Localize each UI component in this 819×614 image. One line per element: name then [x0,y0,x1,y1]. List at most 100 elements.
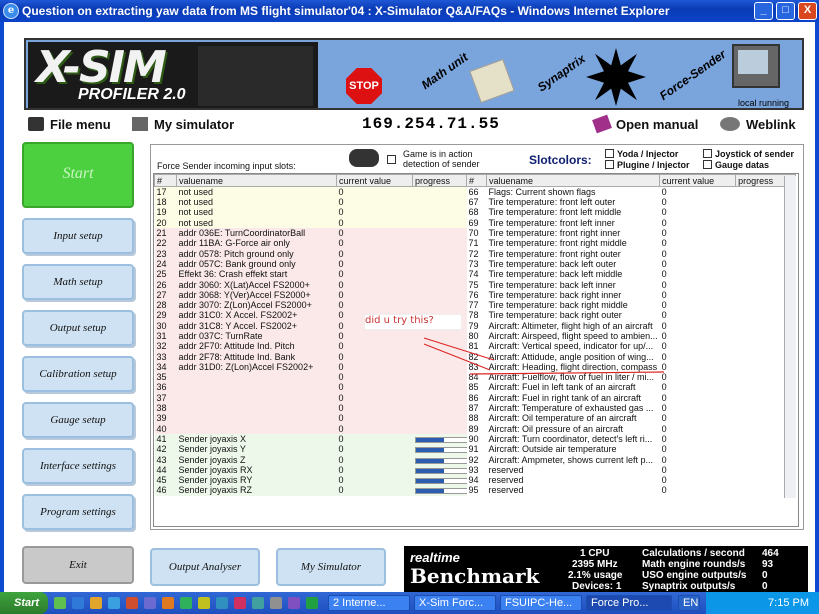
benchmark-panel: realtime Benchmark 1 CPU 2395 MHz 2.1% u… [404,546,808,592]
quicklaunch-icon-14[interactable] [288,597,300,609]
row-current-value: 0 [659,475,736,486]
row-valuename: Tire temperature: back right middle [486,299,660,311]
quicklaunch-icon-3[interactable] [90,597,102,609]
open-manual-menu[interactable]: Open manual [592,114,698,134]
output-setup-button[interactable]: Output setup [22,310,134,346]
row-progress [412,433,471,445]
quicklaunch-icon-12[interactable] [252,597,264,609]
maximize-button[interactable]: □ [776,2,795,20]
row-num: 74 [466,269,487,280]
cpu-count: 1 CPU [580,548,610,559]
computer-icon[interactable] [732,44,780,88]
table-row: 41 Sender joyaxis X0 [154,433,471,445]
table-row: 82 Aircraft: Attidude, angle position of … [466,351,796,362]
quicklaunch-icon-6[interactable] [144,597,156,609]
vertical-scrollbar[interactable] [784,176,796,498]
row-valuename: Aircraft: Ampmeter, shows current left p… [486,454,660,465]
start-button[interactable]: Start [22,142,134,208]
output-analyser-button[interactable]: Output Analyser [150,548,260,586]
my-simulator-menu[interactable]: My simulator [132,117,234,132]
table-row: 46 Sender joyaxis RZ 0 [154,485,471,496]
quicklaunch-icon-13[interactable] [270,597,282,609]
row-progress [412,279,471,290]
start-button-os[interactable]: Start [0,592,48,614]
row-current-value: 0 [659,413,736,424]
row-valuename: reserved [486,485,660,496]
weblink-menu[interactable]: Weblink [720,117,796,132]
row-valuename: addr 3060: X(Lat)Accel FS2000+ [176,279,337,290]
gauge-setup-button[interactable]: Gauge setup [22,402,134,438]
quicklaunch-icon-10[interactable] [216,597,228,609]
row-num: 83 [466,361,487,373]
stop-sign-icon[interactable]: STOP [346,68,382,104]
math-value: 93 [762,559,774,570]
taskbar-item-fsuipc[interactable]: FSUIPC-He... [500,595,582,611]
row-num: 37 [154,392,177,403]
row-num: 68 [466,207,487,218]
math-setup-button[interactable]: Math setup [22,264,134,300]
table-row: 45 Sender joyaxis RY 0 [154,475,471,486]
file-menu[interactable]: File menu [28,117,111,132]
row-current-value: 0 [336,238,413,249]
left-slot-table: # valuename current value progress 17 not… [154,174,471,496]
program-settings-button[interactable]: Program settings [22,494,134,530]
taskbar-item-xsim[interactable]: X-Sim Forc... [414,595,496,611]
row-valuename: Sender joyaxis X [176,433,337,445]
table-row: 31 addr 037C: TurnRate 0 [154,330,471,342]
row-valuename: Aircraft: Fuel in left tank of an aircra… [486,382,660,393]
minimize-button[interactable]: _ [754,2,773,20]
row-num: 35 [154,372,177,383]
row-current-value: 0 [336,248,413,259]
language-indicator[interactable]: EN [678,595,700,611]
row-progress [412,207,471,218]
row-num: 26 [154,279,177,290]
my-simulator-button[interactable]: My Simulator [276,548,386,586]
row-num: 71 [466,238,487,249]
quicklaunch-icon-2[interactable] [72,597,84,609]
row-valuename: Tire temperature: front right inner [486,227,660,239]
simulator-icon [132,117,148,131]
table-row: 68 Tire temperature: front left middle 0 [466,207,796,218]
row-current-value: 0 [336,269,413,280]
game-in-action-checkbox[interactable] [387,155,396,164]
row-valuename [176,423,337,434]
taskbar-item-ie[interactable]: 2 Interne... [328,595,410,611]
quicklaunch-icon-9[interactable] [198,597,210,609]
taskbar-item-force-profiler[interactable]: Force Pro... [586,595,672,611]
force-sender-label[interactable]: Force-Sender [657,47,728,103]
row-valuename: Aircraft: Turn coordinator, detect's lef… [486,433,660,445]
interface-settings-button[interactable]: Interface settings [22,448,134,484]
table-row: 38 0 [154,402,471,414]
burst-icon[interactable] [586,48,646,106]
quicklaunch-icon-5[interactable] [126,597,138,609]
row-current-value: 0 [659,310,736,321]
quicklaunch-icon-11[interactable] [234,597,246,609]
chip-icon[interactable] [469,58,515,104]
row-valuename: addr 31C8: Y Accel. FS2002+ [176,320,337,331]
quicklaunch-icon-8[interactable] [180,597,192,609]
close-button[interactable]: X [798,2,817,20]
synaptrix-label[interactable]: Synaptrix [535,52,588,95]
row-num: 82 [466,351,487,362]
quicklaunch-icon-4[interactable] [108,597,120,609]
quicklaunch-icon-7[interactable] [162,597,174,609]
quicklaunch-icon-15[interactable] [306,597,318,609]
legend-plugin: Plugine / Injector [605,160,690,170]
row-valuename: addr 2F78: Attitude Ind. Bank [176,351,337,362]
row-current-value: 0 [336,423,413,434]
row-current-value: 0 [659,392,736,403]
row-valuename: reserved [486,464,660,476]
math-unit-label[interactable]: Math unit [419,50,471,92]
row-num: 95 [466,485,487,496]
quicklaunch-icon-1[interactable] [54,597,66,609]
row-valuename: addr 3070: Z(Lon)Accel FS2000+ [176,299,337,311]
table-row: 28 addr 3070: Z(Lon)Accel FS2000+ 0 [154,299,471,311]
input-setup-button[interactable]: Input setup [22,218,134,254]
row-valuename: Tire temperature: back right outer [486,310,660,321]
row-current-value: 0 [659,279,736,290]
cpu-mhz: 2395 MHz [572,559,618,570]
exit-button[interactable]: Exit [22,546,134,584]
row-valuename: addr 057C: Bank ground only [176,258,337,270]
calibration-setup-button[interactable]: Calibration setup [22,356,134,392]
row-num: 25 [154,269,177,280]
